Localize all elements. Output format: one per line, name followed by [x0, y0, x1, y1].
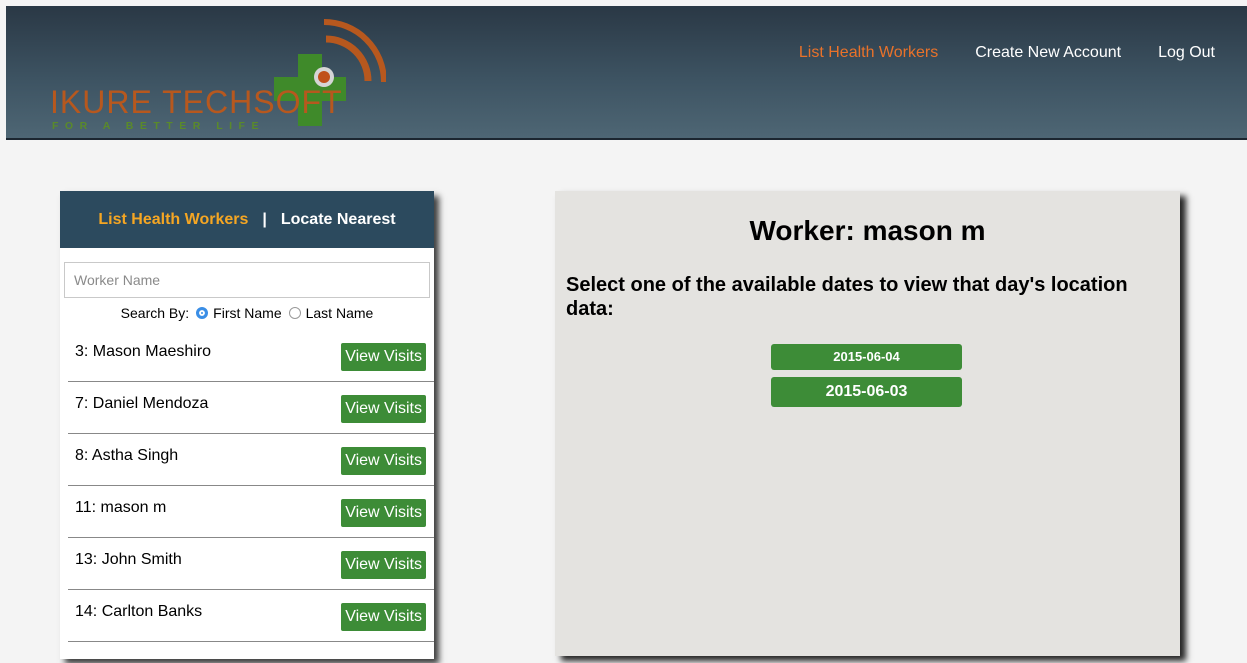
top-nav: List Health Workers Create New Account L… — [799, 44, 1215, 62]
tab-separator: | — [262, 210, 267, 228]
worker-name: 14: Carlton Banks — [75, 603, 203, 620]
worker-name: 11: mason m — [75, 499, 167, 516]
view-visits-button[interactable]: View Visits — [341, 603, 426, 631]
tab-locate-nearest[interactable]: Locate Nearest — [281, 211, 396, 229]
nav-create-new-account[interactable]: Create New Account — [975, 44, 1121, 62]
worker-row: 7: Daniel Mendoza View Visits — [68, 382, 434, 434]
site-header: IKURE TECHSOFT FOR A BETTER LIFE List He… — [6, 6, 1247, 140]
brand-name: IKURE TECHSOFT — [50, 84, 343, 120]
worker-name: 3: Mason Maeshiro — [75, 343, 212, 360]
date-button[interactable]: 2015-06-03 — [771, 377, 962, 407]
worker-row: 3: Mason Maeshiro View Visits — [68, 330, 434, 382]
view-visits-button[interactable]: View Visits — [341, 447, 426, 475]
worker-row: 11: mason m View Visits — [68, 486, 434, 538]
search-by-options: Search By: First Name Last Name — [60, 305, 434, 321]
nav-list-health-workers[interactable]: List Health Workers — [799, 44, 938, 62]
worker-name: 13: John Smith — [75, 551, 182, 568]
search-by-label: Search By: — [120, 305, 190, 321]
tab-list-health-workers[interactable]: List Health Workers — [98, 211, 248, 229]
view-visits-button[interactable]: View Visits — [341, 343, 426, 371]
view-visits-button[interactable]: View Visits — [341, 395, 426, 423]
worker-row: 13: John Smith View Visits — [68, 538, 434, 590]
date-instruction: Select one of the available dates to vie… — [566, 274, 1128, 320]
worker-name: 7: Daniel Mendoza — [75, 395, 209, 412]
first-name-radio[interactable] — [196, 307, 209, 319]
worker-detail-panel: Worker: mason m Select one of the availa… — [555, 191, 1180, 656]
last-name-label[interactable]: Last Name — [306, 305, 374, 321]
worker-list: 3: Mason Maeshiro View Visits 7: Daniel … — [68, 330, 434, 642]
view-visits-button[interactable]: View Visits — [341, 551, 426, 579]
brand-logo[interactable]: IKURE TECHSOFT FOR A BETTER LIFE — [26, 14, 386, 139]
worker-row: 8: Astha Singh View Visits — [68, 434, 434, 486]
date-button[interactable]: 2015-06-04 — [771, 344, 962, 370]
worker-row: 14: Carlton Banks View Visits — [68, 590, 434, 642]
worker-name: 8: Astha Singh — [75, 447, 179, 464]
panel-tabs: List Health Workers | Locate Nearest — [60, 191, 434, 248]
view-visits-button[interactable]: View Visits — [341, 499, 426, 527]
worker-list-panel: List Health Workers | Locate Nearest Sea… — [60, 191, 434, 659]
worker-title: Worker: mason m — [749, 215, 986, 246]
worker-name-search-input[interactable] — [64, 262, 430, 298]
first-name-label[interactable]: First Name — [213, 305, 281, 321]
last-name-radio[interactable] — [288, 307, 301, 319]
nav-log-out[interactable]: Log Out — [1158, 44, 1215, 62]
brand-tagline: FOR A BETTER LIFE — [52, 120, 265, 132]
